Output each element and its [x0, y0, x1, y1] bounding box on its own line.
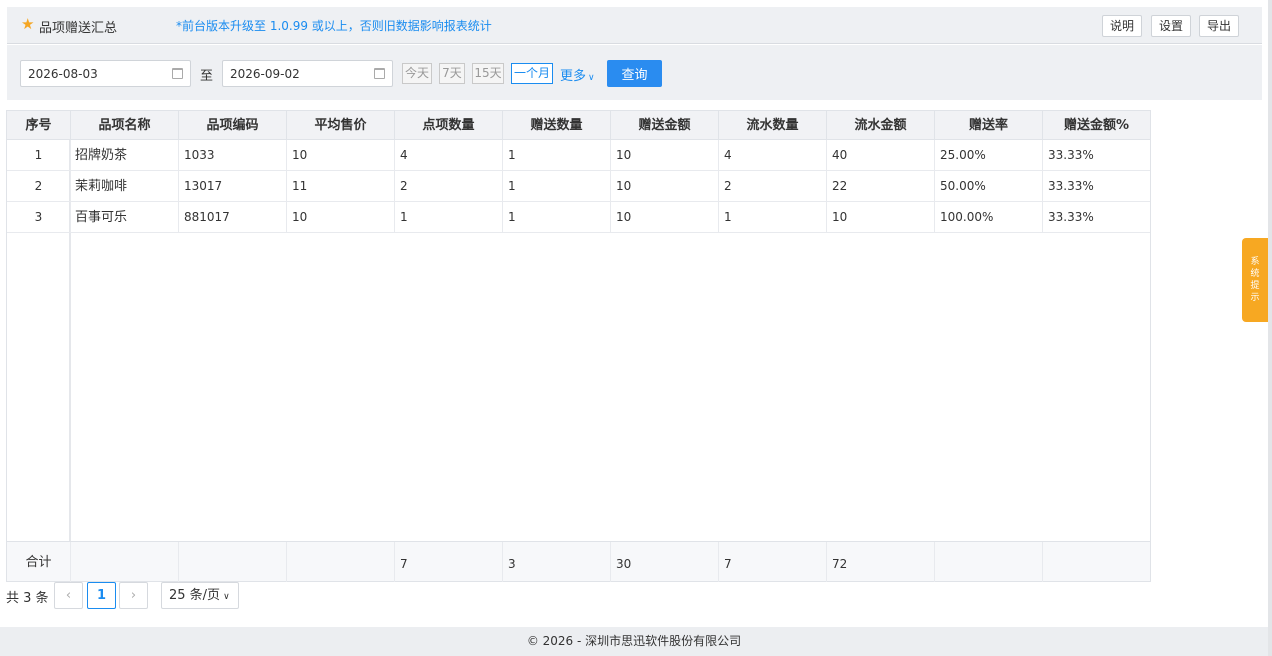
chevron-left-icon: ‹: [65, 588, 72, 603]
chevron-down-icon: ∨: [223, 592, 230, 602]
gift-amount: 10: [611, 171, 719, 202]
avg-price: 10: [287, 140, 395, 171]
header-gift-amount-pct[interactable]: 赠送金额%: [1043, 111, 1150, 140]
settings-button[interactable]: 设置: [1151, 15, 1192, 37]
total-cell: [287, 542, 395, 582]
system-notice-tab[interactable]: 系统提示: [1242, 238, 1268, 322]
total-count: 共 3 条: [6, 591, 49, 606]
item-code: 13017: [179, 171, 287, 202]
item-code: 1033: [179, 140, 287, 171]
page-size-value: 25 条/页: [169, 588, 221, 603]
table-row[interactable]: 2 茉莉咖啡 13017 11 2 1 10 2 22 50.00% 33.33…: [7, 171, 1150, 202]
header-gift-amount[interactable]: 赠送金额: [611, 111, 719, 140]
more-label: 更多: [560, 69, 587, 84]
start-date-value: 2026-08-03: [28, 67, 98, 81]
gift-rate: 50.00%: [935, 171, 1043, 202]
next-page-button[interactable]: ›: [119, 582, 148, 609]
gift-amount-pct: 33.33%: [1048, 210, 1094, 224]
header-item-code[interactable]: 品项编码: [179, 111, 287, 140]
total-cell: [1043, 542, 1150, 582]
gift-amount: 10: [611, 140, 719, 171]
filter-bar: 2026-08-03 至 2026-09-02 今天 7天 15天 一个月 更多…: [7, 45, 1262, 100]
calendar-icon: [172, 68, 183, 79]
flow-qty: 1: [719, 202, 827, 233]
gift-amount-pct: 33.33%: [1048, 179, 1094, 193]
gift-rate: 25.00%: [935, 140, 1043, 171]
header-order-qty[interactable]: 点项数量: [395, 111, 503, 140]
search-button[interactable]: 查询: [607, 60, 662, 87]
window-edge: [1268, 0, 1272, 656]
header-item-name[interactable]: 品项名称: [71, 111, 179, 140]
gift-qty: 1: [503, 140, 611, 171]
copyright-text: © 2026 - 深圳市思迅软件股份有限公司: [526, 634, 742, 648]
gift-amount: 10: [611, 202, 719, 233]
15days-button[interactable]: 15天: [472, 63, 504, 84]
avg-price: 11: [287, 171, 395, 202]
end-date-input[interactable]: 2026-09-02: [222, 60, 393, 87]
row-index: 3: [7, 202, 71, 233]
order-qty: 2: [395, 171, 503, 202]
item-code: 881017: [179, 202, 287, 233]
total-gift-qty: 3: [503, 542, 611, 582]
star-icon[interactable]: ★: [21, 15, 34, 33]
end-date-value: 2026-09-02: [230, 67, 300, 81]
flow-qty: 4: [719, 140, 827, 171]
table-row[interactable]: 1 招牌奶茶 1033 10 4 1 10 4 40 25.00% 33.33%: [7, 140, 1150, 171]
table-header: 序号 品项名称 品项编码 平均售价 点项数量 赠送数量 赠送金额 流水数量 流水…: [7, 111, 1150, 140]
gift-qty: 1: [503, 202, 611, 233]
upgrade-notice: *前台版本升级至 1.0.99 或以上，否则旧数据影响报表统计: [176, 19, 492, 33]
page-size-select[interactable]: 25 条/页 ∨: [161, 582, 239, 609]
data-table: 序号 品项名称 品项编码 平均售价 点项数量 赠送数量 赠送金额 流水数量 流水…: [6, 110, 1151, 582]
page-header: ★ 品项赠送汇总 *前台版本升级至 1.0.99 或以上，否则旧数据影响报表统计…: [7, 7, 1262, 44]
table-footer-totals: 合计 7 3 30 7 72: [7, 541, 1150, 582]
avg-price: 10: [287, 202, 395, 233]
total-cell: [935, 542, 1043, 582]
start-date-input[interactable]: 2026-08-03: [20, 60, 191, 87]
more-dropdown[interactable]: 更多 ∨: [560, 65, 595, 84]
explain-button[interactable]: 说明: [1102, 15, 1143, 37]
order-qty: 4: [395, 140, 503, 171]
flow-amount: 22: [827, 171, 935, 202]
gift-amount-pct: 33.33%: [1048, 148, 1094, 162]
flow-amount: 10: [827, 202, 935, 233]
total-gift-amount: 30: [611, 542, 719, 582]
item-name: 百事可乐: [71, 202, 179, 233]
total-cell: [179, 542, 287, 582]
gift-qty: 1: [503, 171, 611, 202]
page-1-button[interactable]: 1: [87, 582, 116, 609]
total-flow-amount: 72: [827, 542, 935, 582]
total-order-qty: 7: [395, 542, 503, 582]
header-index[interactable]: 序号: [7, 111, 71, 140]
header-flow-amount[interactable]: 流水金额: [827, 111, 935, 140]
gift-rate: 100.00%: [935, 202, 1043, 233]
date-range-separator: 至: [200, 69, 214, 84]
page-title: 品项赠送汇总: [39, 21, 118, 36]
7days-button[interactable]: 7天: [439, 63, 465, 84]
one-month-button[interactable]: 一个月: [511, 63, 553, 84]
table-row[interactable]: 3 百事可乐 881017 10 1 1 10 1 10 100.00% 33.…: [7, 202, 1150, 233]
total-flow-qty: 7: [719, 542, 827, 582]
row-index: 2: [7, 171, 71, 202]
export-button[interactable]: 导出: [1199, 15, 1240, 37]
chevron-down-icon: ∨: [588, 73, 595, 83]
header-gift-rate[interactable]: 赠送率: [935, 111, 1043, 140]
total-cell: [71, 542, 179, 582]
row-index: 1: [7, 140, 71, 171]
calendar-icon: [374, 68, 385, 79]
chevron-right-icon: ›: [130, 588, 137, 603]
order-qty: 1: [395, 202, 503, 233]
total-label: 合计: [7, 542, 71, 582]
system-notice-label: 系统提示: [1250, 257, 1260, 303]
item-name: 茉莉咖啡: [71, 171, 179, 202]
prev-page-button[interactable]: ‹: [54, 582, 83, 609]
header-gift-qty[interactable]: 赠送数量: [503, 111, 611, 140]
header-flow-qty[interactable]: 流水数量: [719, 111, 827, 140]
item-name: 招牌奶茶: [71, 140, 179, 171]
flow-qty: 2: [719, 171, 827, 202]
header-avg-price[interactable]: 平均售价: [287, 111, 395, 140]
flow-amount: 40: [827, 140, 935, 171]
page-footer: © 2026 - 深圳市思迅软件股份有限公司: [0, 627, 1268, 656]
page: ★ 品项赠送汇总 *前台版本升级至 1.0.99 或以上，否则旧数据影响报表统计…: [0, 0, 1268, 656]
today-button[interactable]: 今天: [402, 63, 432, 84]
